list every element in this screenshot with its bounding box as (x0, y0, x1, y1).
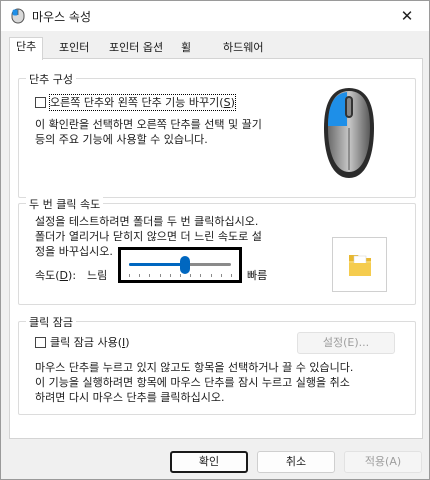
window-title: 마우스 속성 (32, 10, 92, 24)
swap-description-line-2: 등의 주요 기능에 사용할 수 있습니다. (35, 133, 208, 146)
tab-wheel[interactable]: 휠 (175, 39, 197, 59)
swap-buttons-label[interactable]: 오른쪽 단추와 왼쪽 단추 기능 바꾸기(S) (49, 94, 236, 111)
speed-slider[interactable] (118, 247, 242, 283)
slow-label: 느림 (87, 269, 108, 282)
close-icon: ✕ (400, 7, 414, 25)
slider-tick (190, 274, 192, 277)
slider-tick (169, 274, 171, 277)
double-click-description-line-1: 설정을 테스트하려면 폴더를 두 번 클릭하십시오. (35, 215, 259, 228)
tab-buttons[interactable]: 단추 (9, 37, 44, 60)
test-folder[interactable] (332, 237, 387, 292)
tab-hardware[interactable]: 하드웨어 (217, 39, 269, 59)
slider-tick (180, 274, 181, 277)
slider-thumb[interactable] (180, 256, 191, 274)
mouse-icon (11, 8, 25, 24)
click-lock-settings-button[interactable]: 설정(E)... (297, 332, 395, 354)
tab-pointer-options[interactable]: 포인터 옵션 (103, 39, 169, 59)
click-lock-title: 클릭 잠금 (26, 314, 76, 330)
click-lock-description-line-3: 하려면 다시 마우스 단추를 클릭하십시오. (35, 391, 225, 404)
slider-fill (129, 263, 186, 266)
mouse-image (324, 88, 374, 178)
slider-tick (231, 274, 232, 277)
slider-tick (139, 274, 141, 277)
speed-label: 속도(D): (35, 269, 77, 282)
mouse-properties-dialog: 마우스 속성 ✕ 단추 포인터 포인터 옵션 휠 하드웨어 단추 구성 오른쪽 … (0, 0, 430, 480)
slider-tick (220, 274, 222, 277)
mouse-illustration (294, 82, 404, 189)
slider-tick (210, 274, 212, 277)
ok-button[interactable]: 확인 (170, 451, 248, 473)
click-lock-description-line-2: 이 기능을 실행하려면 항목에 마우스 단추를 잠시 누르고 실행을 취소 (35, 376, 350, 389)
slider-tick (200, 274, 202, 277)
tab-strip: 단추 포인터 포인터 옵션 휠 하드웨어 (9, 37, 423, 60)
folder-icon (348, 254, 371, 276)
slider-tick (129, 274, 130, 277)
tab-pointers[interactable]: 포인터 (53, 39, 95, 59)
double-click-description-line-2: 폴더가 열리거나 닫히지 않으면 더 느린 속도로 설 (35, 230, 262, 243)
click-lock-description-line-1: 마우스 단추를 누르고 있지 않고도 항목을 선택하거나 끌 수 있습니다. (35, 361, 354, 374)
click-lock-group: 클릭 잠금 클릭 잠금 사용(I) 설정(E)... 마우스 단추를 누르고 있… (18, 314, 416, 415)
swap-buttons-checkbox[interactable] (35, 97, 46, 108)
click-lock-checkbox[interactable] (35, 337, 46, 348)
cancel-button[interactable]: 취소 (257, 451, 335, 473)
slider-tick (149, 274, 151, 277)
close-button[interactable]: ✕ (385, 1, 429, 31)
double-click-title: 두 번 클릭 속도 (26, 196, 104, 212)
double-click-description-line-3: 정을 바꾸십시오. (35, 245, 113, 258)
click-lock-label[interactable]: 클릭 잠금 사용(I) (50, 335, 130, 350)
button-config-title: 단추 구성 (26, 71, 76, 87)
fast-label: 빠름 (247, 269, 268, 282)
tab-panel: 단추 구성 오른쪽 단추와 왼쪽 단추 기능 바꾸기(S) 이 확인란을 선택하… (9, 58, 423, 439)
swap-description-line-1: 이 확인란을 선택하면 오른쪽 단추를 선택 및 끌기 (35, 118, 262, 131)
apply-button[interactable]: 적용(A) (344, 451, 422, 473)
slider-tick (159, 274, 161, 277)
title-bar: 마우스 속성 ✕ (1, 1, 429, 31)
